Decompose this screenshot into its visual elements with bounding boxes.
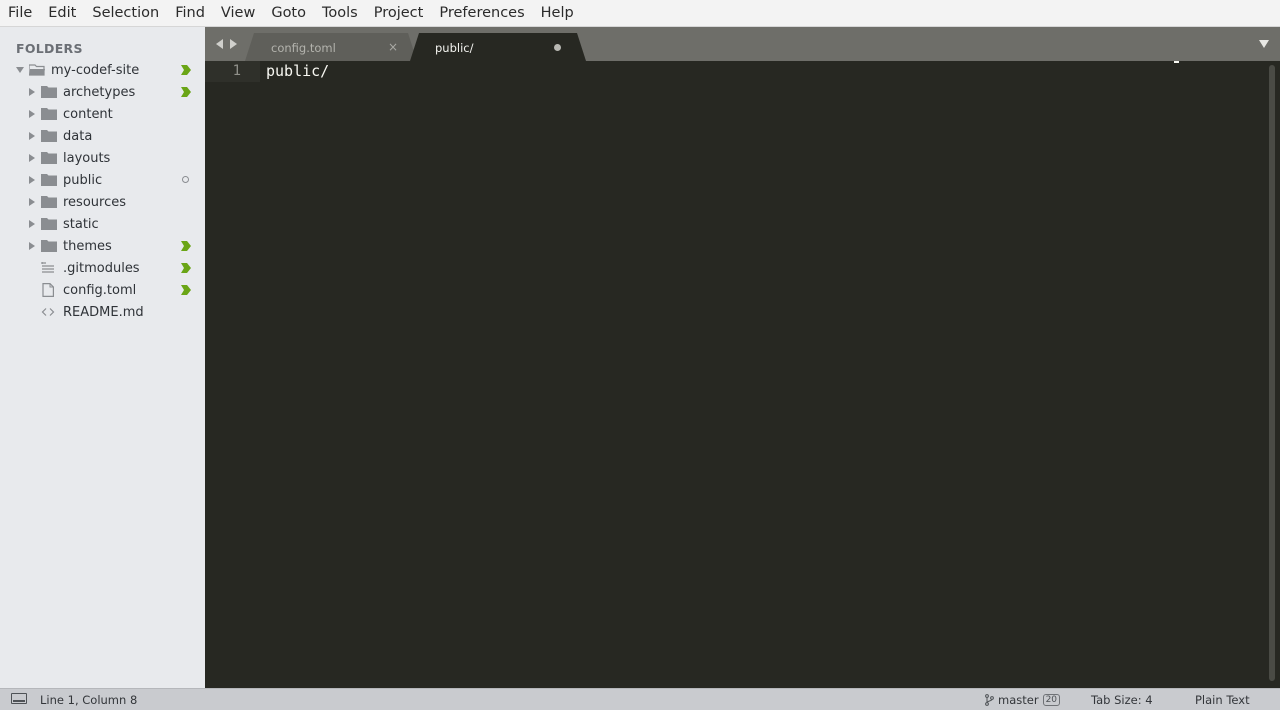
git-branch-indicator[interactable]: master 20 (985, 693, 1061, 707)
tree-item-public[interactable]: public (0, 169, 205, 191)
menu-goto[interactable]: Goto (263, 0, 314, 27)
tree-item-content[interactable]: content (0, 103, 205, 125)
tab-list-dropdown-icon[interactable] (1259, 40, 1269, 48)
vcs-modified-icon (181, 241, 191, 251)
line-number: 1 (232, 63, 241, 79)
folder-icon (41, 152, 57, 164)
text-lines-file-icon (41, 262, 54, 273)
tree-item-layouts[interactable]: layouts (0, 147, 205, 169)
tree-item-label: themes (63, 238, 112, 254)
tree-root-label: my-codef-site (51, 62, 140, 78)
vcs-modified-icon (181, 65, 191, 75)
panel-toggle-icon[interactable] (11, 693, 27, 704)
folder-icon (41, 196, 57, 208)
tab-public[interactable]: public/ (410, 33, 586, 61)
code-line[interactable]: public/ (266, 62, 329, 80)
folder-icon (41, 218, 57, 230)
tab-size-selector[interactable]: Tab Size: 4 (1091, 693, 1153, 707)
tree-item-themes[interactable]: themes (0, 235, 205, 257)
tree-item-resources[interactable]: resources (0, 191, 205, 213)
tree-item-label: archetypes (63, 84, 136, 100)
menu-view[interactable]: View (213, 0, 263, 27)
menu-tools[interactable]: Tools (314, 0, 366, 27)
menu-project[interactable]: Project (366, 0, 432, 27)
tab-label: public/ (435, 41, 474, 55)
tree-item-label: resources (63, 194, 127, 210)
tree-item-gitmodules[interactable]: .gitmodules (0, 257, 205, 279)
tree-root-folder[interactable]: my-codef-site (0, 59, 205, 81)
tree-item-readme[interactable]: README.md (0, 301, 205, 323)
tree-item-label: public (63, 172, 103, 188)
open-folder-icon (29, 64, 45, 76)
chevron-right-icon[interactable] (29, 110, 35, 118)
chevron-right-icon[interactable] (29, 198, 35, 206)
tree-item-label: data (63, 128, 93, 144)
folder-icon (41, 130, 57, 142)
file-icon (42, 283, 54, 297)
folder-icon (41, 86, 57, 98)
chevron-down-icon[interactable] (16, 67, 24, 73)
tree-item-label: config.toml (63, 282, 137, 298)
tree-item-static[interactable]: static (0, 213, 205, 235)
git-branch-name: master (998, 693, 1039, 707)
tree-item-label: README.md (63, 304, 144, 320)
folder-icon (41, 240, 57, 252)
minimap-line (1174, 61, 1179, 63)
vcs-modified-icon (181, 87, 191, 97)
tree-item-label: .gitmodules (63, 260, 140, 276)
chevron-right-icon[interactable] (29, 132, 35, 140)
vcs-untracked-icon (182, 176, 189, 183)
tree-item-label: content (63, 106, 113, 122)
menu-bar: File Edit Selection Find View Goto Tools… (0, 0, 1280, 27)
chevron-right-icon[interactable] (29, 88, 35, 96)
tab-label: config.toml (271, 41, 336, 55)
menu-selection[interactable]: Selection (84, 0, 167, 27)
editor-area[interactable]: 1 public/ (205, 61, 1280, 688)
tab-config-toml[interactable]: config.toml × (245, 33, 417, 61)
tree-item-label: layouts (63, 150, 111, 166)
tree-item-config-toml[interactable]: config.toml (0, 279, 205, 301)
tab-nav-arrows (216, 39, 237, 49)
tree-item-archetypes[interactable]: archetypes (0, 81, 205, 103)
menu-edit[interactable]: Edit (40, 0, 84, 27)
vcs-modified-icon (181, 263, 191, 273)
chevron-right-icon[interactable] (29, 242, 35, 250)
cursor-position: Line 1, Column 8 (40, 693, 138, 707)
git-change-count: 20 (1042, 694, 1061, 706)
vertical-scrollbar[interactable] (1269, 65, 1275, 681)
status-bar: Line 1, Column 8 master 20 Tab Size: 4 P… (0, 688, 1280, 710)
tab-bar: config.toml × public/ (205, 27, 1280, 61)
chevron-right-icon[interactable] (29, 176, 35, 184)
folder-icon (41, 108, 57, 120)
tree-item-data[interactable]: data (0, 125, 205, 147)
folders-heading: FOLDERS (16, 41, 83, 56)
folder-icon (41, 174, 57, 186)
unsaved-dot-icon[interactable] (554, 44, 561, 51)
git-branch-icon (985, 694, 994, 706)
menu-find[interactable]: Find (167, 0, 213, 27)
menu-preferences[interactable]: Preferences (431, 0, 532, 27)
close-icon[interactable]: × (388, 40, 398, 54)
menu-file[interactable]: File (0, 0, 40, 27)
sidebar: FOLDERS my-codef-site archetypes content (0, 27, 205, 688)
code-file-icon (41, 308, 55, 316)
arrow-left-icon[interactable] (216, 39, 223, 49)
chevron-right-icon[interactable] (29, 154, 35, 162)
tree-item-label: static (63, 216, 99, 232)
chevron-right-icon[interactable] (29, 220, 35, 228)
vcs-modified-icon (181, 285, 191, 295)
arrow-right-icon[interactable] (230, 39, 237, 49)
menu-help[interactable]: Help (533, 0, 582, 27)
syntax-selector[interactable]: Plain Text (1195, 693, 1250, 707)
